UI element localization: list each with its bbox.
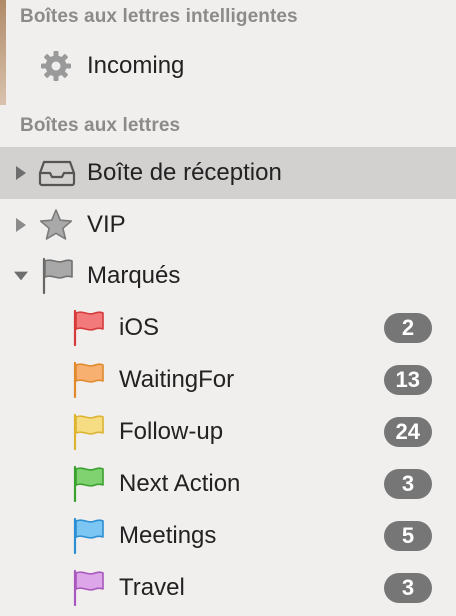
unread-count-badge: 5 (384, 521, 432, 551)
sidebar-item-vip[interactable]: VIP (0, 199, 456, 251)
sidebar-item-label: iOS (119, 314, 160, 341)
sidebar-item-label: Follow-up (119, 418, 224, 445)
unread-count-badge: 3 (384, 469, 432, 499)
sidebar-item-label: Incoming (87, 52, 185, 79)
sidebar-item-flag-follow-up[interactable]: Follow-up 24 (0, 406, 456, 458)
flag-green-icon (70, 464, 106, 504)
sidebar-item-incoming[interactable]: Incoming (0, 40, 456, 92)
sidebar-item-label: Next Action (119, 470, 241, 497)
sidebar-item-inbox[interactable]: Boîte de réception (0, 147, 456, 199)
disclosure-triangle-down-icon[interactable] (14, 268, 28, 284)
star-icon (37, 206, 75, 244)
flag-red-icon (70, 308, 106, 348)
sidebar-item-label: Boîte de réception (87, 159, 282, 186)
disclosure-triangle-right-icon[interactable] (14, 165, 28, 181)
flag-yellow-icon (70, 412, 106, 452)
section-header-smart-mailboxes[interactable]: Boîtes aux lettres intelligentes (20, 6, 298, 28)
unread-count-badge: 13 (383, 365, 432, 395)
flag-purple-icon (70, 568, 106, 608)
mailbox-sidebar: Boîtes aux lettres intelligentes Incomin… (0, 0, 456, 616)
flag-blue-icon (70, 516, 106, 556)
sidebar-item-flag-next-action[interactable]: Next Action 3 (0, 458, 456, 510)
flag-icon (39, 256, 75, 296)
unread-count-badge: 2 (384, 313, 432, 343)
unread-count-badge: 3 (384, 573, 432, 603)
sidebar-item-label: VIP (87, 211, 126, 238)
sidebar-item-flag-waitingfor[interactable]: WaitingFor 13 (0, 354, 456, 406)
sidebar-item-flag-travel[interactable]: Travel 3 (0, 562, 456, 614)
section-header-mailboxes[interactable]: Boîtes aux lettres (20, 115, 180, 137)
inbox-tray-icon (37, 158, 77, 188)
disclosure-triangle-right-icon[interactable] (14, 217, 28, 233)
sidebar-item-label: Marqués (87, 262, 181, 289)
sidebar-item-label: Meetings (119, 522, 217, 549)
sidebar-item-flag-meetings[interactable]: Meetings 5 (0, 510, 456, 562)
gear-icon (38, 48, 74, 84)
sidebar-item-flagged[interactable]: Marqués (0, 250, 456, 302)
sidebar-item-label: Travel (119, 574, 185, 601)
flag-orange-icon (70, 360, 106, 400)
sidebar-item-label: WaitingFor (119, 366, 235, 393)
sidebar-item-flag-ios[interactable]: iOS 2 (0, 302, 456, 354)
unread-count-badge: 24 (383, 417, 432, 447)
